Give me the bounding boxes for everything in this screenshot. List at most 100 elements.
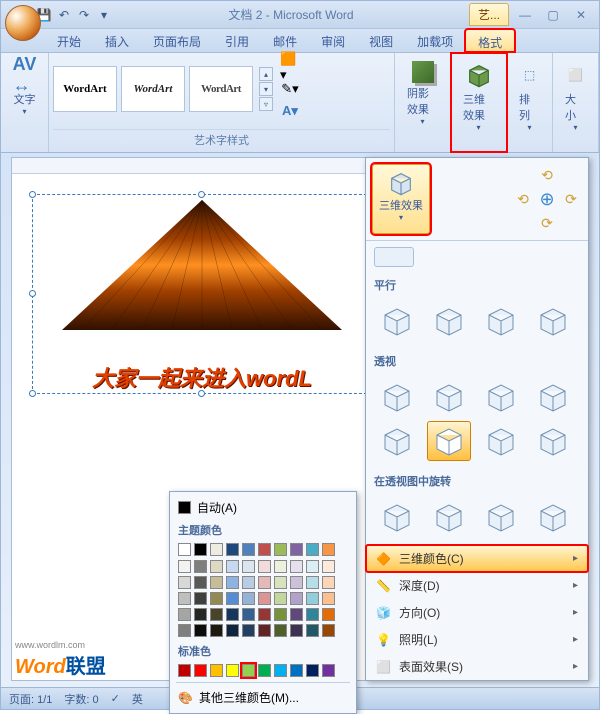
color-swatch[interactable] bbox=[290, 576, 303, 589]
tab-layout[interactable]: 页面布局 bbox=[141, 29, 213, 52]
tilt-right-icon[interactable]: ⟳ bbox=[560, 188, 582, 210]
tilt-center-icon[interactable]: ⊕ bbox=[536, 188, 558, 210]
color-swatch[interactable] bbox=[194, 608, 207, 621]
color-swatch[interactable] bbox=[290, 608, 303, 621]
perspective-preset[interactable] bbox=[427, 421, 471, 461]
gallery-up-icon[interactable]: ▴ bbox=[259, 67, 273, 81]
perspective-preset[interactable] bbox=[479, 377, 523, 417]
parallel-preset[interactable] bbox=[375, 301, 419, 341]
rotate-preset[interactable] bbox=[479, 497, 523, 537]
color-swatch[interactable] bbox=[226, 624, 239, 637]
color-swatch[interactable] bbox=[274, 608, 287, 621]
rotate-preset[interactable] bbox=[375, 497, 419, 537]
color-swatch[interactable] bbox=[226, 608, 239, 621]
color-swatch[interactable] bbox=[306, 624, 319, 637]
color-swatch[interactable] bbox=[258, 543, 271, 556]
color-swatch[interactable] bbox=[258, 592, 271, 605]
color-swatch[interactable] bbox=[274, 592, 287, 605]
color-swatch[interactable] bbox=[194, 560, 207, 573]
wordart-style-3[interactable]: WordArt bbox=[189, 66, 253, 112]
color-swatch[interactable] bbox=[242, 576, 255, 589]
color-swatch[interactable] bbox=[306, 592, 319, 605]
perspective-preset[interactable] bbox=[531, 377, 575, 417]
color-swatch[interactable] bbox=[210, 576, 223, 589]
qat-dropdown-icon[interactable]: ▾ bbox=[95, 6, 113, 24]
tab-mail[interactable]: 邮件 bbox=[261, 29, 309, 52]
color-swatch[interactable] bbox=[178, 560, 191, 573]
color-swatch[interactable] bbox=[178, 592, 191, 605]
shape-fill-button[interactable]: 🟧▾ bbox=[279, 57, 301, 77]
status-page[interactable]: 页面: 1/1 bbox=[9, 691, 52, 707]
color-swatch[interactable] bbox=[290, 560, 303, 573]
perspective-preset[interactable] bbox=[375, 421, 419, 461]
perspective-preset[interactable] bbox=[479, 421, 523, 461]
color-swatch[interactable] bbox=[290, 543, 303, 556]
color-swatch[interactable] bbox=[306, 664, 319, 677]
color-swatch[interactable] bbox=[258, 576, 271, 589]
tilt-down-icon[interactable]: ⟳ bbox=[536, 212, 558, 234]
shadow-button[interactable]: 阴影效果 ▾ bbox=[399, 57, 446, 130]
redo-icon[interactable]: ↷ bbox=[75, 6, 93, 24]
dd-item-1[interactable]: 📏深度(D)▸ bbox=[366, 572, 588, 599]
color-swatch[interactable] bbox=[274, 664, 287, 677]
perspective-preset[interactable] bbox=[375, 377, 419, 417]
close-button[interactable]: ✕ bbox=[569, 6, 593, 24]
color-swatch[interactable] bbox=[242, 664, 255, 677]
color-swatch[interactable] bbox=[306, 560, 319, 573]
color-swatch[interactable] bbox=[194, 624, 207, 637]
color-swatch[interactable] bbox=[274, 624, 287, 637]
dd-item-0[interactable]: 🔶三维颜色(C)▸ bbox=[366, 545, 588, 572]
color-swatch[interactable] bbox=[274, 560, 287, 573]
color-swatch[interactable] bbox=[322, 543, 335, 556]
wordart-style-2[interactable]: WordArt bbox=[121, 66, 185, 112]
gallery-more-icon[interactable]: ▿ bbox=[259, 97, 273, 111]
office-button[interactable] bbox=[5, 5, 41, 41]
color-swatch[interactable] bbox=[322, 560, 335, 573]
tab-review[interactable]: 审阅 bbox=[309, 29, 357, 52]
wordart-tools-tab[interactable]: 艺... bbox=[469, 3, 509, 26]
color-swatch[interactable] bbox=[322, 592, 335, 605]
maximize-button[interactable]: ▢ bbox=[541, 6, 565, 24]
color-swatch[interactable] bbox=[178, 576, 191, 589]
color-swatch[interactable] bbox=[178, 543, 191, 556]
color-swatch[interactable] bbox=[322, 664, 335, 677]
tab-insert[interactable]: 插入 bbox=[93, 29, 141, 52]
parallel-preset[interactable] bbox=[427, 301, 471, 341]
color-swatch[interactable] bbox=[178, 664, 191, 677]
color-swatch[interactable] bbox=[258, 608, 271, 621]
color-swatch[interactable] bbox=[258, 664, 271, 677]
color-swatch[interactable] bbox=[242, 608, 255, 621]
wordart-style-1[interactable]: WordArt bbox=[53, 66, 117, 112]
rotate-preset[interactable] bbox=[531, 497, 575, 537]
color-swatch[interactable] bbox=[194, 543, 207, 556]
arrange-button[interactable]: ⬚ 排列 ▾ bbox=[511, 57, 548, 136]
color-swatch[interactable] bbox=[210, 560, 223, 573]
spacing-button[interactable]: AV↔ 文字 ▾ bbox=[5, 57, 44, 120]
color-swatch[interactable] bbox=[194, 664, 207, 677]
color-swatch[interactable] bbox=[274, 576, 287, 589]
status-spellcheck-icon[interactable]: ✓ bbox=[111, 692, 120, 705]
color-swatch[interactable] bbox=[194, 576, 207, 589]
dd-item-2[interactable]: 🧊方向(O)▸ bbox=[366, 599, 588, 626]
shape-outline-button[interactable]: ✎▾ bbox=[279, 79, 301, 99]
color-swatch[interactable] bbox=[258, 560, 271, 573]
parallel-preset[interactable] bbox=[479, 301, 523, 341]
size-button[interactable]: ⬜ 大小 ▾ bbox=[557, 57, 594, 136]
change-shape-button[interactable]: A▾ bbox=[279, 101, 301, 121]
color-swatch[interactable] bbox=[226, 592, 239, 605]
tab-format[interactable]: 格式 bbox=[465, 29, 515, 52]
wordart-object[interactable]: 大家一起来进入wordL bbox=[32, 194, 372, 394]
color-swatch[interactable] bbox=[210, 592, 223, 605]
tab-references[interactable]: 引用 bbox=[213, 29, 261, 52]
color-swatch[interactable] bbox=[322, 624, 335, 637]
color-swatch[interactable] bbox=[226, 664, 239, 677]
tab-home[interactable]: 开始 bbox=[45, 29, 93, 52]
color-swatch[interactable] bbox=[258, 624, 271, 637]
tab-view[interactable]: 视图 bbox=[357, 29, 405, 52]
threed-button[interactable]: 三维效果 ▾ bbox=[455, 57, 502, 136]
color-swatch[interactable] bbox=[290, 624, 303, 637]
status-lang[interactable]: 英 bbox=[132, 691, 143, 707]
color-swatch[interactable] bbox=[242, 543, 255, 556]
color-swatch[interactable] bbox=[306, 543, 319, 556]
minimize-button[interactable]: — bbox=[513, 6, 537, 24]
